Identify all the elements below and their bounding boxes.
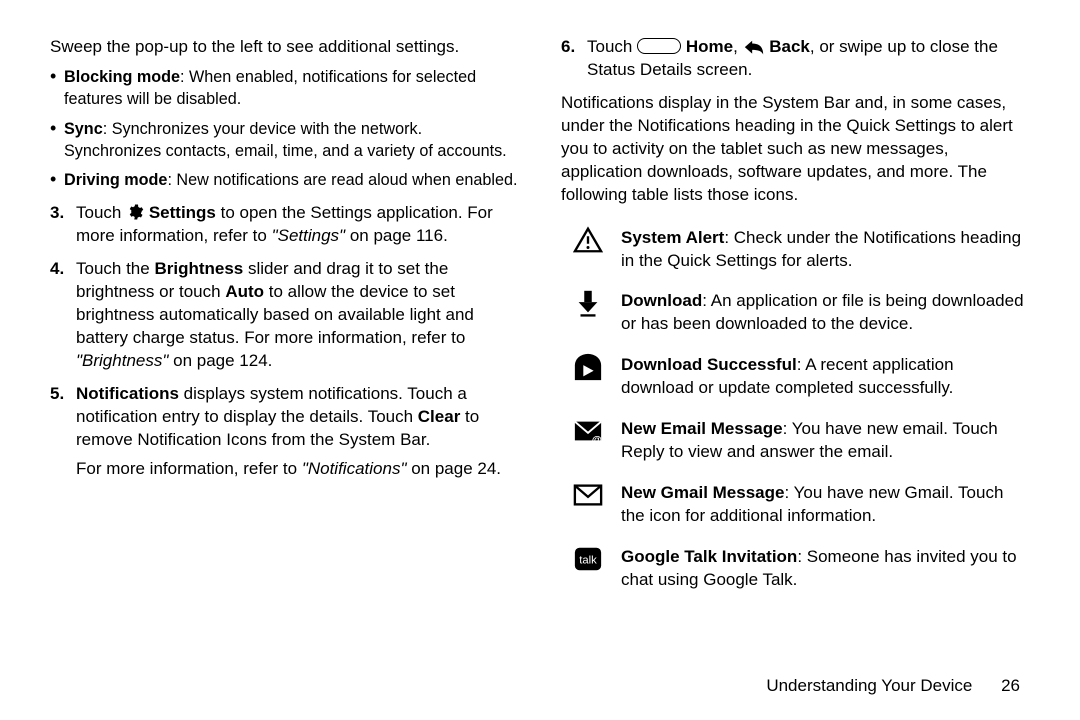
step-number: 4. <box>50 258 64 281</box>
svg-text:talk: talk <box>579 555 597 567</box>
bullet-desc: : New notifications are read aloud when … <box>167 171 517 189</box>
row-title: Download Successful <box>621 355 797 374</box>
bullet-driving-mode: Driving mode: New notifications are read… <box>50 170 519 192</box>
step-text: Touch Settings to open the Settings appl… <box>76 203 493 245</box>
home-icon <box>637 38 681 54</box>
settings-ref: "Settings" <box>272 226 346 245</box>
step-text: Notifications displays system notificati… <box>76 384 479 449</box>
table-row: System Alert: Check under the Notificati… <box>561 221 1030 285</box>
right-column: 6. Touch Home, Back, or swipe up to clos… <box>561 36 1030 700</box>
table-row: @ New Email Message: You have new email.… <box>561 412 1030 476</box>
google-talk-invitation-icon: talk <box>573 544 603 574</box>
row-title: New Gmail Message <box>621 483 784 502</box>
row-title: New Email Message <box>621 419 783 438</box>
step-4: 4. Touch the Brightness slider and drag … <box>50 258 519 373</box>
step-number: 6. <box>561 36 575 59</box>
step-3: 3. Touch Settings to open the Settings a… <box>50 202 519 248</box>
row-title: Google Talk Invitation <box>621 547 797 566</box>
bullet-title: Driving mode <box>64 171 167 189</box>
download-icon <box>573 288 603 318</box>
step-text: Touch the Brightness slider and drag it … <box>76 259 474 370</box>
bullet-title: Sync <box>64 120 103 138</box>
bullet-blocking-mode: Blocking mode: When enabled, notificatio… <box>50 67 519 111</box>
page-footer: Understanding Your Device 26 <box>766 675 1020 698</box>
feature-bullets: Blocking mode: When enabled, notificatio… <box>50 67 519 192</box>
table-row: New Gmail Message: You have new Gmail. T… <box>561 476 1030 540</box>
row-title: Download <box>621 291 702 310</box>
new-email-message-icon: @ <box>573 416 603 446</box>
table-row: Download: An application or file is bein… <box>561 284 1030 348</box>
steps-list-left: 3. Touch Settings to open the Settings a… <box>50 202 519 480</box>
step-5-more: For more information, refer to "Notifica… <box>76 458 519 481</box>
step-6: 6. Touch Home, Back, or swipe up to clos… <box>561 36 1030 82</box>
table-row: Download Successful: A recent applicatio… <box>561 348 1030 412</box>
bullet-desc: : Synchronizes your device with the netw… <box>64 120 507 160</box>
footer-section: Understanding Your Device <box>766 676 972 695</box>
footer-page-number: 26 <box>1001 676 1020 695</box>
new-gmail-message-icon <box>573 480 603 510</box>
step-number: 3. <box>50 202 64 225</box>
table-row: talk Google Talk Invitation: Someone has… <box>561 540 1030 604</box>
brightness-ref: "Brightness" <box>76 351 168 370</box>
notification-icons-table: System Alert: Check under the Notificati… <box>561 221 1030 604</box>
row-title: System Alert <box>621 228 724 247</box>
step-number: 5. <box>50 383 64 406</box>
notifications-ref: "Notifications" <box>302 459 407 478</box>
bullet-sync: Sync: Synchronizes your device with the … <box>50 119 519 163</box>
notifications-paragraph: Notifications display in the System Bar … <box>561 92 1030 207</box>
svg-text:@: @ <box>592 435 602 446</box>
left-column: Sweep the pop-up to the left to see addi… <box>50 36 519 700</box>
steps-list-right: 6. Touch Home, Back, or swipe up to clos… <box>561 36 1030 82</box>
download-successful-icon <box>573 352 603 382</box>
system-alert-icon <box>573 225 603 255</box>
step-text: Touch Home, Back, or swipe up to close t… <box>587 37 998 79</box>
step-5: 5. Notifications displays system notific… <box>50 383 519 481</box>
back-icon <box>743 38 765 56</box>
bullet-title: Blocking mode <box>64 68 180 86</box>
gear-icon <box>126 203 144 221</box>
intro-text: Sweep the pop-up to the left to see addi… <box>50 36 519 59</box>
